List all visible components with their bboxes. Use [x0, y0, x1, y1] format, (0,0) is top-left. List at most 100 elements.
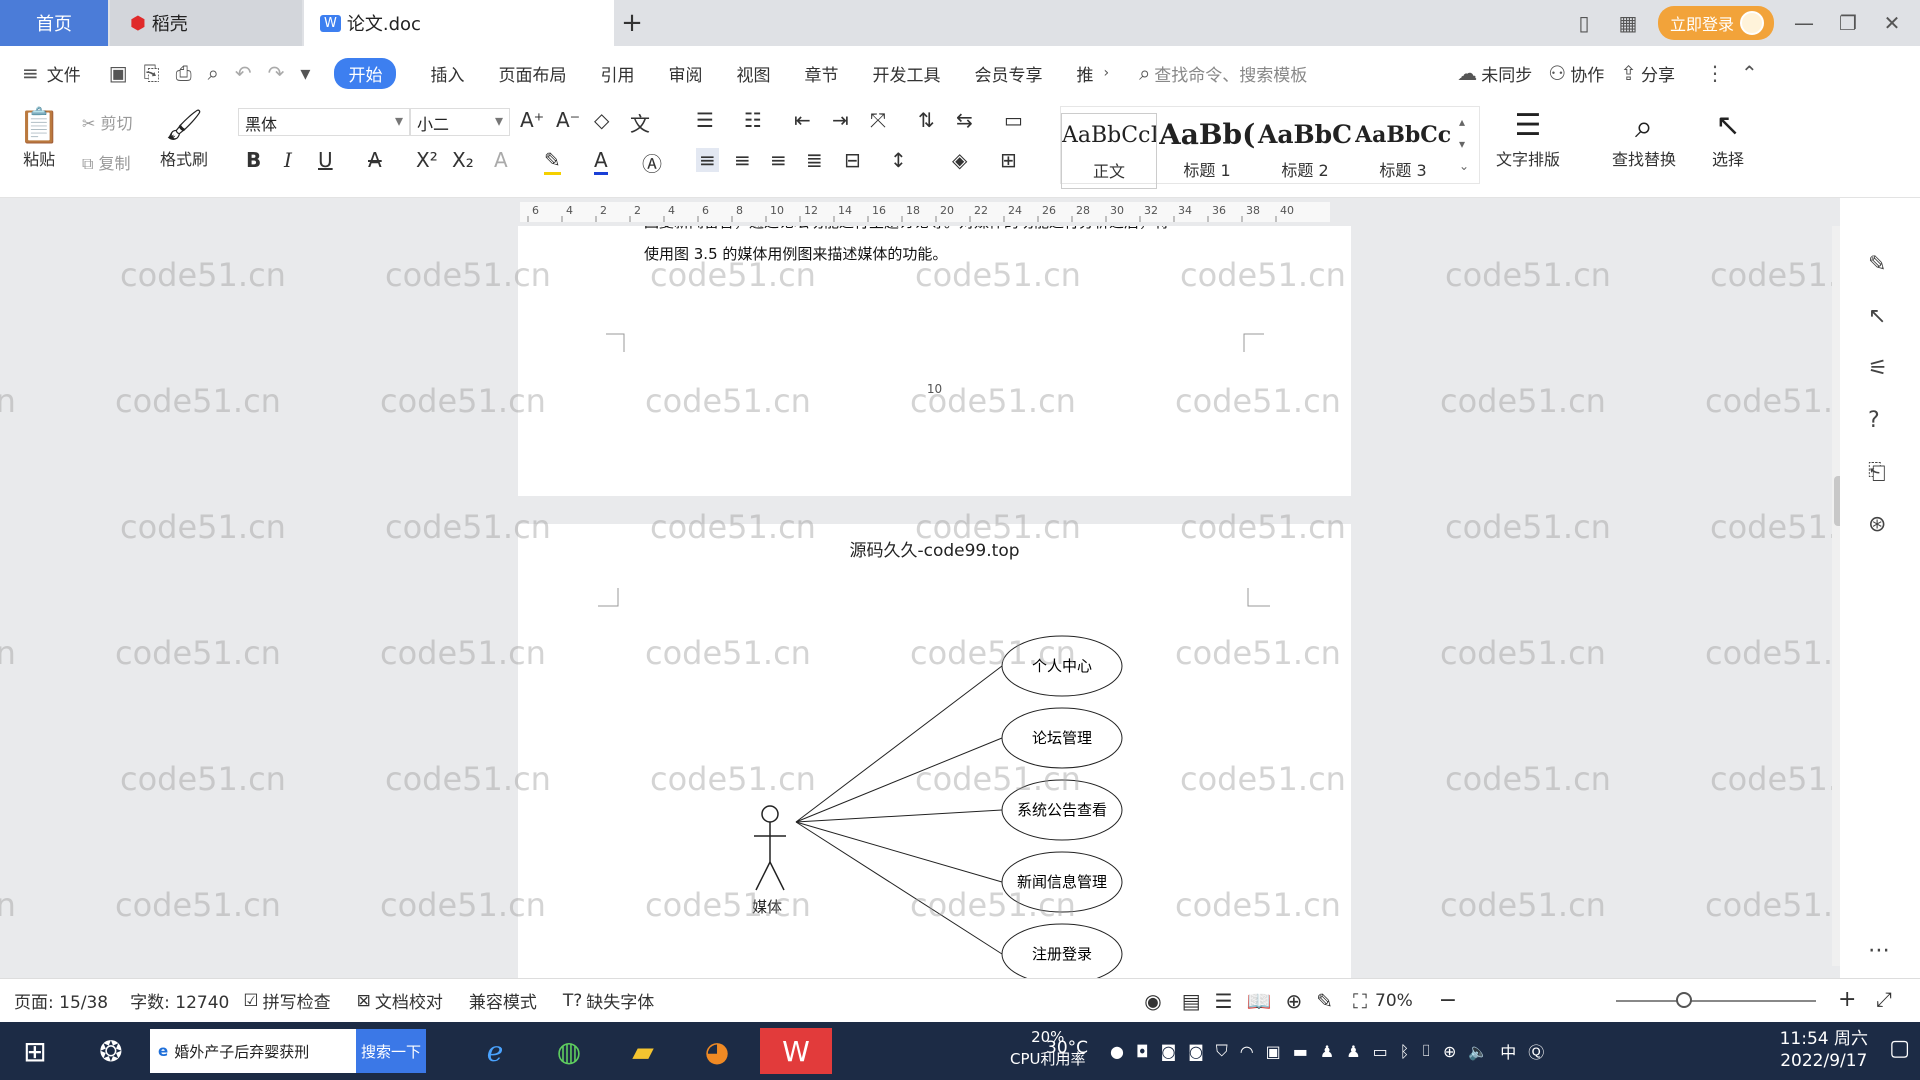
- font-color-icon[interactable]: A: [594, 148, 608, 175]
- ruler-toggle-icon[interactable]: ▭: [1004, 108, 1023, 132]
- tab-member[interactable]: 会员专享: [974, 61, 1042, 86]
- phonetic-icon[interactable]: 文: [630, 108, 650, 137]
- proofread-button[interactable]: 文档校对: [375, 988, 443, 1013]
- grow-font-icon[interactable]: A⁺: [520, 108, 544, 132]
- font-family-select[interactable]: 黑体 ▾: [238, 108, 410, 136]
- wifi-icon[interactable]: ◠: [1240, 1042, 1254, 1061]
- style-heading-3[interactable]: AaBbCcl 标题 3: [1355, 113, 1451, 189]
- fit-page-icon[interactable]: ⛶: [1353, 989, 1367, 1013]
- styles-scroll[interactable]: ▴ ▾ ⌄: [1459, 111, 1469, 177]
- tab-chapter[interactable]: 章节: [804, 61, 838, 86]
- ime-indicator[interactable]: 中: [1500, 1039, 1516, 1063]
- tray-app-icon[interactable]: ◙: [1161, 1042, 1177, 1061]
- document-canvas[interactable]: 回复新闻留言，通过论坛功能进行主题讨论等。对媒体的功能进行分析之后，将 使用图 …: [0, 226, 1840, 978]
- login-button[interactable]: 立即登录: [1657, 6, 1774, 40]
- more-horizontal-icon[interactable]: ⋯: [1868, 938, 1890, 963]
- chinese-layout-icon[interactable]: ⤧: [870, 108, 886, 132]
- undo-icon[interactable]: ↶: [235, 61, 252, 85]
- restore-icon[interactable]: ❐: [1834, 11, 1862, 35]
- align-right-icon[interactable]: ≡: [770, 148, 787, 172]
- tab-page-layout[interactable]: 页面布局: [498, 61, 566, 86]
- collab-button[interactable]: 协作: [1570, 61, 1604, 86]
- qq-icon[interactable]: ♟: [1320, 1042, 1334, 1061]
- tab-document[interactable]: W 论文.doc: [304, 0, 614, 46]
- command-search-input[interactable]: 查找命令、搜索模板: [1154, 61, 1307, 86]
- hamburger-icon[interactable]: ≡: [22, 61, 39, 85]
- clear-format-icon[interactable]: ◇: [594, 108, 609, 132]
- style-heading-2[interactable]: AaBbC 标题 2: [1257, 113, 1353, 189]
- style-normal[interactable]: AaBbCcI 正文: [1061, 113, 1157, 189]
- zoom-out-icon[interactable]: −: [1439, 988, 1457, 1013]
- underline-icon[interactable]: U: [318, 148, 333, 172]
- ie-browser-icon[interactable]: ℯ: [468, 1028, 522, 1074]
- minimize-icon[interactable]: —: [1790, 11, 1818, 35]
- text-effect-icon[interactable]: A: [494, 148, 508, 172]
- find-replace-button[interactable]: ⌕ 查找替换: [1612, 106, 1676, 170]
- distribute-icon[interactable]: ⊟: [844, 148, 861, 172]
- document-page[interactable]: 回复新闻留言，通过论坛功能进行主题讨论等。对媒体的功能进行分析之后，将 使用图 …: [518, 226, 1351, 496]
- text-direction-icon[interactable]: ⇆: [956, 108, 973, 132]
- export-pdf-icon[interactable]: ⎘: [144, 61, 160, 85]
- redo-icon[interactable]: ↷: [268, 61, 285, 85]
- menu-file[interactable]: 文件: [47, 61, 81, 86]
- nvidia-icon[interactable]: ▬: [1293, 1042, 1308, 1061]
- word-count[interactable]: 字数: 12740: [130, 988, 229, 1013]
- usb-icon[interactable]: ⌷: [1421, 1041, 1431, 1061]
- reading-view-icon[interactable]: 📖: [1247, 989, 1272, 1013]
- eye-protection-icon[interactable]: ◉: [1144, 989, 1161, 1013]
- spell-check-button[interactable]: 拼写检查: [263, 988, 331, 1013]
- tab-recommend[interactable]: 推: [1076, 61, 1093, 86]
- notification-icon[interactable]: ▢: [1889, 1036, 1910, 1061]
- tab-home[interactable]: 首页: [0, 0, 108, 46]
- align-left-icon[interactable]: ≡: [696, 148, 719, 172]
- wps-app-icon[interactable]: W: [760, 1028, 832, 1074]
- browser-360-icon[interactable]: ◍: [542, 1028, 596, 1074]
- grid-apps-icon[interactable]: ▦: [1614, 11, 1642, 35]
- tab-daoke[interactable]: ⬢ 稻壳: [110, 0, 302, 46]
- decrease-indent-icon[interactable]: ⇤: [794, 108, 811, 132]
- text-layout-button[interactable]: ☰ 文字排版: [1496, 106, 1560, 170]
- paste-button[interactable]: 📋 粘贴: [18, 106, 60, 170]
- tray-app-icon[interactable]: ◙: [1188, 1042, 1204, 1061]
- highlight-icon[interactable]: ✎: [544, 148, 561, 175]
- tray-app-icon[interactable]: ▣: [1266, 1042, 1281, 1061]
- zoom-slider[interactable]: [1616, 1000, 1816, 1002]
- share-button[interactable]: 分享: [1641, 61, 1675, 86]
- write-view-icon[interactable]: ✎: [1316, 989, 1333, 1013]
- fullscreen-icon[interactable]: ⤢: [1876, 987, 1892, 1011]
- strikethrough-icon[interactable]: A: [368, 148, 382, 172]
- tray-app-icon[interactable]: ◘: [1136, 1042, 1149, 1061]
- sync-status[interactable]: 未同步: [1481, 61, 1532, 86]
- borders-icon[interactable]: ⊞: [1000, 148, 1017, 172]
- tab-start[interactable]: 开始: [334, 57, 397, 89]
- line-spacing-icon[interactable]: ↕: [890, 148, 907, 172]
- tab-review[interactable]: 审阅: [668, 61, 702, 86]
- increase-indent-icon[interactable]: ⇥: [832, 108, 849, 132]
- page-counter[interactable]: 页面: 15/38: [14, 988, 108, 1013]
- missing-font-button[interactable]: 缺失字体: [586, 988, 654, 1013]
- shield-icon[interactable]: ⛉: [1216, 1041, 1228, 1061]
- zoom-in-icon[interactable]: +: [1838, 987, 1856, 1012]
- chevron-right-icon[interactable]: ›: [1103, 65, 1109, 81]
- superscript-icon[interactable]: X²: [416, 148, 438, 172]
- taskbar-search-input[interactable]: e 婚外产子后弃婴获刑: [150, 1029, 356, 1073]
- tab-dev-tools[interactable]: 开发工具: [872, 61, 940, 86]
- translate-icon[interactable]: ⎗: [1868, 460, 1886, 485]
- app-fox-icon[interactable]: ◕: [690, 1028, 744, 1074]
- volume-icon[interactable]: 🔈: [1468, 1042, 1488, 1061]
- close-icon[interactable]: ✕: [1878, 11, 1906, 35]
- app-pinwheel-icon[interactable]: ❂: [84, 1028, 138, 1074]
- new-tab-button[interactable]: +: [614, 0, 650, 46]
- qq-icon[interactable]: ♟: [1346, 1042, 1360, 1061]
- tab-insert[interactable]: 插入: [430, 61, 464, 86]
- taskbar-search-button[interactable]: 搜索一下: [356, 1029, 426, 1073]
- justify-icon[interactable]: ≣: [806, 148, 823, 172]
- tab-references[interactable]: 引用: [600, 61, 634, 86]
- input-method-icon[interactable]: Ⓠ: [1528, 1039, 1544, 1063]
- more-vertical-icon[interactable]: ⋮: [1705, 61, 1725, 85]
- print-icon[interactable]: ⎙: [176, 61, 192, 85]
- plus-circle-icon[interactable]: ⊕: [1443, 1042, 1456, 1061]
- shrink-font-icon[interactable]: A⁻: [556, 108, 580, 132]
- system-clock[interactable]: 11:54 周六 2022/9/17: [1780, 1028, 1868, 1072]
- horizontal-ruler[interactable]: 6 4 2 2 4 6 8 10 12 14 16 18 20 22 24 26 28 30 32 34 36 38 40: [0, 198, 1840, 226]
